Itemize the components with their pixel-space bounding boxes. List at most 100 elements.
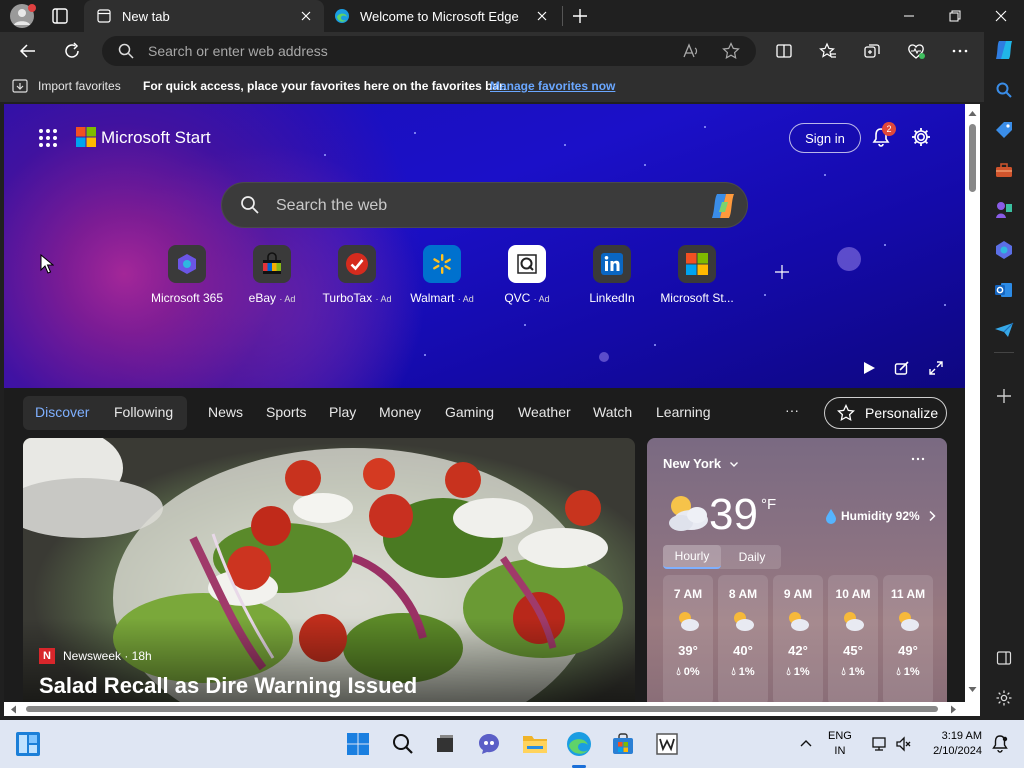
quick-link-ebay[interactable]: eBay · Ad (227, 245, 317, 305)
restore-button[interactable] (932, 0, 978, 32)
manage-favorites-link[interactable]: Manage favorites now (490, 79, 615, 93)
tab-discover[interactable]: Discover (35, 404, 89, 420)
more-tabs-button[interactable]: ··· (785, 402, 799, 418)
scroll-down-arrow-icon[interactable] (968, 686, 977, 693)
microsoft-365-icon[interactable] (990, 236, 1018, 264)
hourly-forecast-item[interactable]: 9 AM 42° 💧︎ 1% (773, 575, 823, 702)
volume-muted-icon[interactable] (890, 730, 918, 758)
weather-tab-daily[interactable]: Daily (723, 545, 781, 569)
brand-title[interactable]: Microsoft Start (101, 128, 211, 148)
refresh-button[interactable] (56, 35, 88, 67)
shopping-tag-icon[interactable] (990, 116, 1018, 144)
scroll-left-arrow-icon[interactable] (10, 705, 17, 714)
personalize-button[interactable]: Personalize (824, 397, 947, 429)
close-window-button[interactable] (978, 0, 1024, 32)
task-view-icon[interactable] (431, 730, 459, 758)
address-input[interactable] (148, 36, 668, 66)
import-favorites-button[interactable]: Import favorites (12, 76, 121, 96)
hourly-forecast-item[interactable]: 7 AM 39° 💧︎ 0% (663, 575, 713, 702)
drop-icon[interactable] (990, 316, 1018, 344)
weather-humidity[interactable]: Humidity 92% (825, 508, 936, 524)
quick-link-linkedin[interactable]: LinkedIn (567, 245, 657, 305)
vertical-scroll-thumb[interactable] (969, 124, 976, 192)
back-button[interactable] (12, 35, 44, 67)
weather-location-dropdown[interactable]: New York (663, 456, 739, 471)
copilot-icon[interactable] (990, 36, 1018, 64)
quick-link-microsoft-365[interactable]: Microsoft 365 (142, 245, 232, 305)
add-sidebar-app-icon[interactable] (990, 382, 1018, 410)
search-icon[interactable] (389, 730, 417, 758)
tab-watch[interactable]: Watch (593, 404, 632, 420)
weather-more-icon[interactable] (911, 452, 925, 466)
tab-news[interactable]: News (208, 404, 243, 420)
scroll-up-arrow-icon[interactable] (968, 110, 977, 117)
copilot-icon[interactable] (708, 192, 738, 220)
tab-new-tab[interactable]: New tab (84, 0, 324, 32)
scroll-right-arrow-icon[interactable] (950, 705, 957, 714)
outlook-icon[interactable] (990, 276, 1018, 304)
add-quick-link-icon[interactable] (774, 264, 790, 280)
collections-button[interactable] (856, 35, 888, 67)
tab-following[interactable]: Following (114, 404, 173, 420)
play-background-icon[interactable] (861, 360, 877, 376)
close-tab-icon[interactable] (530, 4, 554, 28)
input-language[interactable]: ENG IN (828, 729, 852, 759)
app-launcher-icon[interactable] (38, 128, 58, 148)
hide-sidebar-icon[interactable] (990, 644, 1018, 672)
news-source[interactable]: N Newsweek · 18h (39, 648, 152, 664)
chevron-up-icon[interactable] (792, 730, 820, 758)
more-menu-button[interactable] (944, 35, 976, 67)
edge-browser-icon[interactable] (565, 730, 593, 758)
tab-gaming[interactable]: Gaming (445, 404, 494, 420)
tab-actions-icon[interactable] (50, 6, 70, 26)
start-button-icon[interactable] (344, 730, 372, 758)
hourly-forecast-item[interactable]: 10 AM 45° 💧︎ 1% (828, 575, 878, 702)
tab-sports[interactable]: Sports (266, 404, 306, 420)
tab-learning[interactable]: Learning (656, 404, 711, 420)
chat-icon[interactable] (475, 730, 503, 758)
favorite-star-icon[interactable] (722, 42, 740, 60)
vertical-scrollbar[interactable] (965, 104, 980, 702)
tab-play[interactable]: Play (329, 404, 356, 420)
minimize-button[interactable] (886, 0, 932, 32)
wordpad-icon[interactable] (653, 730, 681, 758)
tab-money[interactable]: Money (379, 404, 421, 420)
news-headline[interactable]: Salad Recall as Dire Warning Issued (39, 673, 417, 699)
quick-link-walmart[interactable]: Walmart · Ad (397, 245, 487, 305)
web-search-box[interactable] (221, 182, 748, 229)
sidebar-settings-icon[interactable] (990, 684, 1018, 712)
change-background-icon[interactable] (894, 360, 910, 376)
microsoft-store-icon[interactable] (609, 730, 637, 758)
quick-link-qvc[interactable]: QVC · Ad (482, 245, 572, 305)
notification-center-icon[interactable] (986, 730, 1014, 758)
web-search-input[interactable] (276, 183, 696, 229)
tools-icon[interactable] (990, 156, 1018, 184)
system-clock[interactable]: 3:19 AM 2/10/2024 (926, 729, 982, 759)
horizontal-scroll-thumb[interactable] (26, 706, 938, 712)
hourly-forecast-item[interactable]: 8 AM 40° 💧︎ 1% (718, 575, 768, 702)
browser-essentials-button[interactable] (900, 35, 932, 67)
expand-background-icon[interactable] (928, 360, 944, 376)
sign-in-button[interactable]: Sign in (789, 123, 861, 153)
games-icon[interactable] (990, 196, 1018, 224)
quick-link-turbotax[interactable]: TurboTax · Ad (312, 245, 402, 305)
new-tab-plus-icon[interactable] (570, 6, 590, 26)
clock-time: 3:19 AM (941, 730, 982, 742)
address-bar[interactable] (102, 36, 756, 66)
tab-weather[interactable]: Weather (518, 404, 571, 420)
favorites-button[interactable] (812, 35, 844, 67)
weather-tab-hourly[interactable]: Hourly (663, 545, 721, 569)
close-tab-icon[interactable] (294, 4, 318, 28)
read-aloud-icon[interactable] (682, 42, 700, 60)
file-explorer-icon[interactable] (521, 730, 549, 758)
quick-link-microsoft-store[interactable]: Microsoft St... (652, 245, 742, 305)
tab-welcome-edge[interactable]: Welcome to Microsoft Edge (324, 0, 560, 32)
page-settings-gear-icon[interactable] (910, 126, 932, 148)
search-icon[interactable] (990, 76, 1018, 104)
news-card[interactable]: N Newsweek · 18h Salad Recall as Dire Wa… (23, 438, 635, 702)
hourly-forecast-item[interactable]: 11 AM 49° 💧︎ 1% (883, 575, 933, 702)
hour-precip: 💧︎ 0% (676, 666, 700, 678)
horizontal-scrollbar[interactable] (4, 702, 980, 716)
widgets-icon[interactable] (14, 730, 42, 758)
split-screen-button[interactable] (768, 35, 800, 67)
